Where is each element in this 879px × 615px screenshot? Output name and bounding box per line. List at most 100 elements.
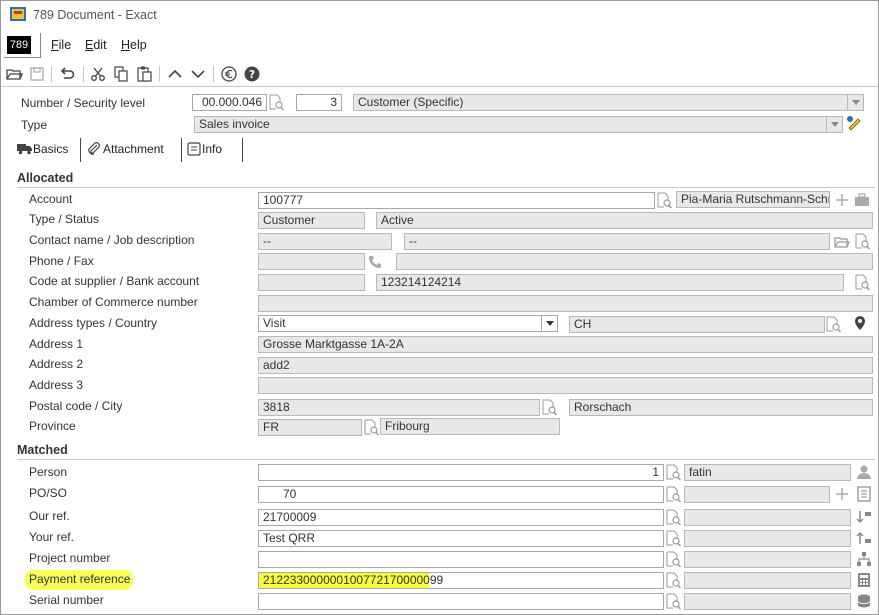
account-lookup-icon[interactable] xyxy=(656,192,672,209)
address-type-select[interactable]: Visit xyxy=(258,315,542,332)
account-name-field: Pia-Maria Rutschmann-Schny xyxy=(676,191,830,208)
person-icon[interactable] xyxy=(856,464,872,480)
province-name-field: Fribourg xyxy=(380,418,560,435)
tab-info[interactable]: Info xyxy=(186,138,242,162)
poso-field[interactable]: 70 xyxy=(258,486,664,503)
payment-reference-field[interactable]: 212233000000100772170000099 xyxy=(258,572,664,589)
country-lookup-icon[interactable] xyxy=(825,316,841,333)
phone-field[interactable] xyxy=(258,253,365,270)
toolbar-separator xyxy=(213,66,214,82)
cut-icon[interactable] xyxy=(89,65,107,83)
up-arrow-icon[interactable] xyxy=(166,65,184,83)
address1-field[interactable]: Grosse Marktgasse 1A-2A xyxy=(258,336,873,353)
project-lookup-icon[interactable] xyxy=(665,551,681,568)
security-level-field[interactable]: 3 xyxy=(296,94,342,111)
sort-up-icon[interactable] xyxy=(856,530,872,546)
add-icon[interactable] xyxy=(834,486,850,502)
project-number-field[interactable] xyxy=(258,551,664,568)
phone-icon[interactable] xyxy=(367,254,383,270)
account-field[interactable]: 100777 xyxy=(258,192,655,209)
chamber-commerce-field[interactable] xyxy=(258,295,873,312)
our-ref-lookup-icon[interactable] xyxy=(665,509,681,526)
paperclip-icon xyxy=(88,142,100,155)
menu-help[interactable]: Help xyxy=(121,38,147,52)
country-field[interactable]: CH xyxy=(569,316,825,333)
copy-icon[interactable] xyxy=(112,65,130,83)
our-ref-field[interactable]: 21700009 xyxy=(258,509,664,526)
help-icon[interactable]: ? xyxy=(243,65,261,83)
supplier-code-field[interactable] xyxy=(258,274,365,291)
bank-account-lookup-icon[interactable] xyxy=(854,274,870,291)
add-icon[interactable] xyxy=(834,192,850,208)
your-ref-field[interactable]: Test QRR xyxy=(258,530,664,547)
type-dropdown[interactable] xyxy=(826,116,843,133)
code-supplier-label: Code at supplier / Bank account xyxy=(29,274,200,288)
your-ref-lookup-icon[interactable] xyxy=(665,530,681,547)
title-bar: 789 Document - Exact xyxy=(1,1,878,29)
our-ref-label: Our ref. xyxy=(29,509,70,523)
window-title: 789 Document - Exact xyxy=(33,8,157,22)
open-folder-icon[interactable] xyxy=(5,65,23,83)
menu-edit[interactable]: Edit xyxy=(85,38,107,52)
job-description-field[interactable]: -- xyxy=(404,233,830,250)
calculator-icon[interactable] xyxy=(856,572,872,588)
postal-code-lookup-icon[interactable] xyxy=(541,399,557,416)
security-level-dropdown[interactable] xyxy=(847,94,864,111)
euro-icon[interactable] xyxy=(220,65,238,83)
project-description-field xyxy=(684,551,851,568)
type-select[interactable]: Sales invoice xyxy=(194,116,828,133)
briefcase-icon[interactable] xyxy=(854,192,870,208)
poso-lookup-icon[interactable] xyxy=(665,486,681,503)
person-number-field[interactable]: 1 xyxy=(258,464,664,481)
database-icon[interactable] xyxy=(856,593,872,609)
svg-text:?: ? xyxy=(249,68,255,81)
hierarchy-icon[interactable] xyxy=(856,551,872,567)
undo-icon[interactable] xyxy=(58,65,76,83)
toolbar: ? xyxy=(1,61,878,87)
down-arrow-icon[interactable] xyxy=(189,65,207,83)
postal-code-field[interactable]: 3818 xyxy=(258,399,540,416)
save-icon[interactable] xyxy=(28,65,46,83)
info-document-icon xyxy=(187,142,201,156)
city-field[interactable]: Rorschach xyxy=(569,399,873,416)
postal-city-label: Postal code / City xyxy=(29,399,123,413)
order-list-icon[interactable] xyxy=(856,486,872,502)
address2-field[interactable]: add2 xyxy=(258,357,873,374)
edit-pencil-icon[interactable] xyxy=(846,115,862,131)
type-label: Type xyxy=(21,118,48,132)
map-pin-icon[interactable] xyxy=(852,315,868,331)
payment-reference-label: Payment reference xyxy=(29,572,131,586)
address2-label: Address 2 xyxy=(29,357,84,371)
tab-attachment[interactable]: Attachment xyxy=(85,138,181,162)
section-divider xyxy=(17,187,875,188)
province-code-field[interactable]: FR xyxy=(258,419,362,436)
bank-account-field[interactable]: 123214124214 xyxy=(376,274,844,291)
payment-reference-lookup-icon[interactable] xyxy=(665,572,681,589)
serial-number-field[interactable] xyxy=(258,593,664,610)
document-number-field[interactable]: 00.000.046 xyxy=(192,94,267,111)
province-label: Province xyxy=(29,419,76,433)
serial-number-lookup-icon[interactable] xyxy=(665,593,681,610)
number-lookup-icon[interactable] xyxy=(268,94,284,111)
matched-section-title: Matched xyxy=(17,443,68,457)
contact-lookup-icon[interactable] xyxy=(854,233,870,250)
contact-label: Contact name / Job description xyxy=(29,233,195,247)
address1-label: Address 1 xyxy=(29,337,84,351)
allocated-section-title: Allocated xyxy=(17,171,74,185)
tab-basics[interactable]: Basics xyxy=(11,138,79,162)
address3-field[interactable] xyxy=(258,377,873,394)
menu-help-key: H xyxy=(121,38,131,52)
open-folder-icon[interactable] xyxy=(834,234,850,250)
menu-file[interactable]: File xyxy=(51,38,71,52)
our-ref-description-field xyxy=(684,509,851,526)
person-lookup-icon[interactable] xyxy=(665,464,681,481)
contact-name-field[interactable]: -- xyxy=(258,233,392,250)
sort-down-icon[interactable] xyxy=(856,509,872,525)
payment-reference-description-field xyxy=(684,572,851,589)
number-security-label: Number / Security level xyxy=(21,96,146,110)
paste-icon[interactable] xyxy=(135,65,153,83)
fax-field[interactable] xyxy=(396,253,873,270)
province-lookup-icon[interactable] xyxy=(363,419,379,436)
tab-attachment-label: Attachment xyxy=(103,142,164,156)
address-type-dropdown[interactable] xyxy=(541,315,558,332)
